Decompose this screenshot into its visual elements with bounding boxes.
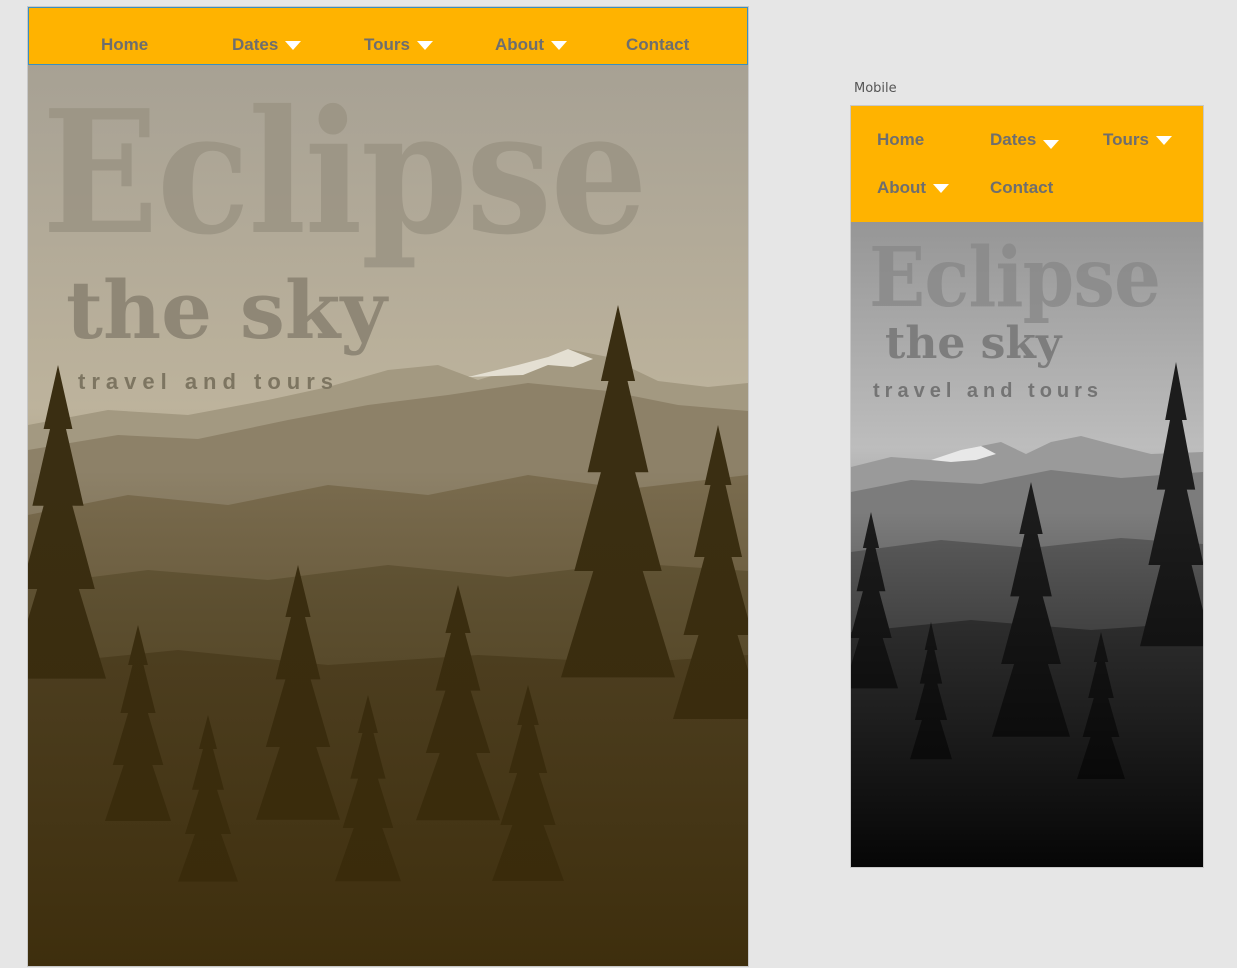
nav-home-label: Home bbox=[877, 130, 925, 149]
hero-tagline: travel and tours bbox=[78, 369, 340, 394]
hero-subtitle: the sky bbox=[66, 263, 387, 357]
nav-contact[interactable]: Contact bbox=[626, 35, 689, 55]
nav-about-label: About bbox=[495, 35, 545, 54]
nav-about[interactable]: About bbox=[495, 35, 568, 55]
nav-dates-label: Dates bbox=[232, 35, 279, 54]
hero-tagline: travel and tours bbox=[873, 380, 1104, 402]
hero-title: Eclipse bbox=[869, 230, 1161, 326]
chevron-down-icon[interactable] bbox=[551, 40, 568, 50]
nav-tours[interactable]: Tours bbox=[1103, 130, 1172, 150]
nav-about[interactable]: About bbox=[877, 178, 950, 198]
nav-dates[interactable]: Dates bbox=[990, 130, 1060, 150]
nav-tours-label: Tours bbox=[364, 35, 410, 54]
nav-tours[interactable]: Tours bbox=[364, 35, 433, 55]
mobile-navbar: Home Dates Tours About Contact bbox=[851, 106, 1203, 222]
nav-about-label: About bbox=[877, 178, 927, 197]
mobile-hero: Eclipse the sky travel and tours bbox=[851, 222, 1203, 867]
nav-dates-label: Dates bbox=[990, 130, 1037, 149]
desktop-artboard: Home Dates Tours About Contact Eclipse t… bbox=[28, 7, 748, 966]
chevron-down-icon[interactable] bbox=[1155, 135, 1172, 145]
nav-contact-label: Contact bbox=[626, 35, 690, 54]
chevron-down-icon[interactable] bbox=[1043, 139, 1060, 149]
hero-subtitle: the sky bbox=[885, 318, 1062, 369]
nav-contact-label: Contact bbox=[990, 178, 1054, 197]
desktop-navbar: Home Dates Tours About Contact bbox=[28, 7, 748, 65]
chevron-down-icon[interactable] bbox=[933, 183, 950, 193]
nav-tours-label: Tours bbox=[1103, 130, 1149, 149]
nav-contact[interactable]: Contact bbox=[990, 178, 1053, 198]
nav-home[interactable]: Home bbox=[101, 35, 148, 55]
nav-home[interactable]: Home bbox=[877, 130, 924, 150]
chevron-down-icon[interactable] bbox=[416, 40, 433, 50]
desktop-hero: Eclipse the sky travel and tours bbox=[28, 65, 748, 966]
mobile-artboard: Home Dates Tours About Contact Eclipse t… bbox=[851, 106, 1203, 867]
nav-home-label: Home bbox=[101, 35, 149, 54]
nav-dates[interactable]: Dates bbox=[232, 35, 302, 55]
chevron-down-icon[interactable] bbox=[285, 40, 302, 50]
mobile-artboard-label: Mobile bbox=[854, 81, 897, 96]
hero-title: Eclipse bbox=[42, 73, 648, 273]
